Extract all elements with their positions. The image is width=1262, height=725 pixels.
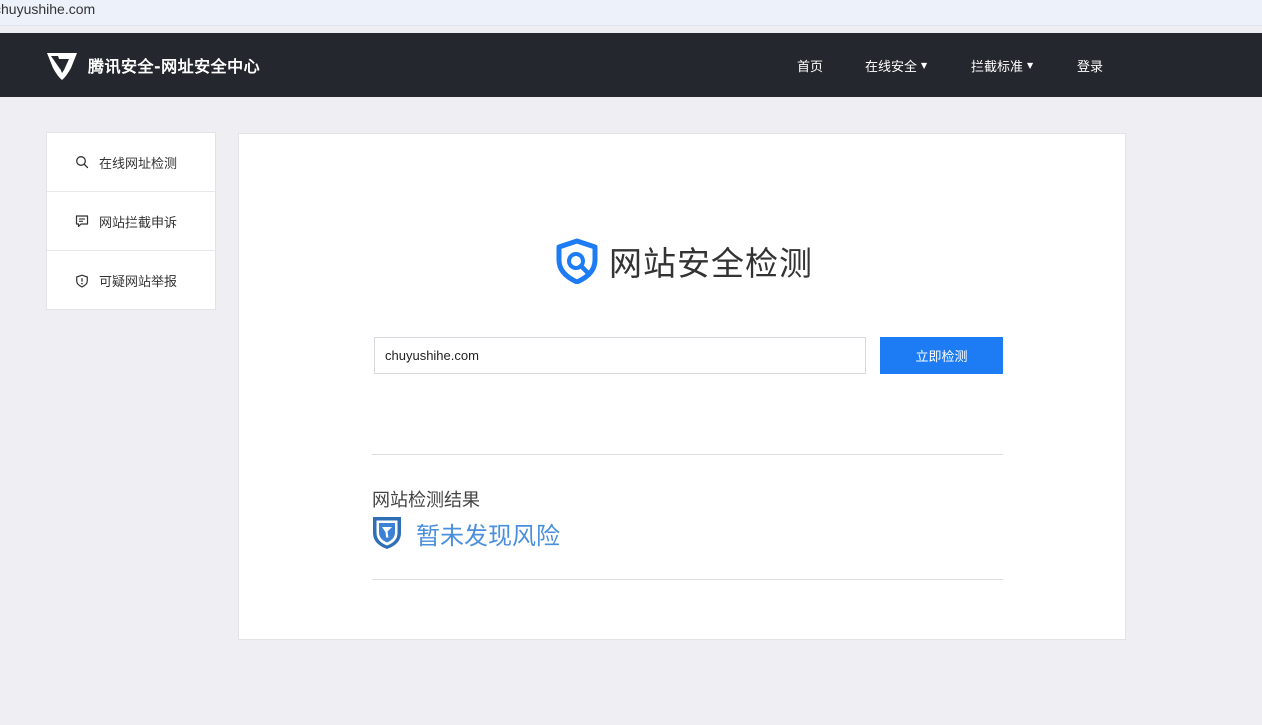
result-label: 网站检测结果	[372, 490, 480, 511]
sidebar-item-label: 在线网址检测	[99, 156, 178, 172]
top-navbar: 腾讯安全-网址安全中心 首页 在线安全 ▼ 拦截标准 ▼ 登录	[0, 33, 1262, 97]
brand-title: 腾讯安全-网址安全中心	[88, 57, 261, 76]
url-input[interactable]	[374, 337, 866, 374]
nav-block-standard-label: 拦截标准	[971, 60, 1024, 75]
shield-alert-icon	[74, 273, 90, 289]
nav-home[interactable]: 首页	[797, 56, 823, 75]
result-status: 暂未发现风险	[372, 516, 560, 550]
caret-down-icon: ▼	[1027, 61, 1034, 70]
result-status-text: 暂未发现风险	[416, 521, 560, 550]
divider	[372, 454, 1003, 455]
comment-icon	[74, 213, 90, 229]
sidebar-item-label: 网站拦截申诉	[99, 215, 178, 231]
nav-login[interactable]: 登录	[1077, 56, 1103, 75]
nav-home-label: 首页	[797, 60, 824, 75]
search-icon	[74, 154, 90, 170]
sidebar-item-appeal[interactable]: 网站拦截申诉	[47, 192, 215, 251]
sidebar-item-url-check[interactable]: 在线网址检测	[47, 133, 215, 192]
page-header: 网站安全检测	[555, 238, 813, 284]
browser-address-bar[interactable]: chuyushihe.com	[0, 0, 1262, 26]
check-now-button[interactable]: 立即检测	[880, 337, 1003, 374]
safe-shield-icon	[373, 517, 401, 549]
nav-online-security-label: 在线安全	[865, 60, 918, 75]
page-title: 网站安全检测	[609, 244, 813, 283]
sidebar: 在线网址检测 网站拦截申诉 可疑网站举报	[46, 132, 216, 310]
nav-block-standard[interactable]: 拦截标准 ▼	[971, 56, 1033, 75]
nav-login-label: 登录	[1077, 60, 1104, 75]
nav-online-security[interactable]: 在线安全 ▼	[865, 56, 927, 75]
address-url[interactable]: chuyushihe.com	[0, 1, 95, 17]
divider	[372, 579, 1003, 580]
caret-down-icon: ▼	[921, 61, 928, 70]
sidebar-item-label: 可疑网站举报	[99, 275, 178, 290]
brand[interactable]: 腾讯安全-网址安全中心	[45, 47, 260, 83]
main-panel: 网站安全检测 立即检测 网站检测结果 暂未发现风险	[238, 133, 1126, 640]
sidebar-item-report[interactable]: 可疑网站举报	[47, 251, 215, 310]
shield-search-icon	[556, 238, 598, 284]
tencent-security-logo-icon	[47, 53, 77, 80]
